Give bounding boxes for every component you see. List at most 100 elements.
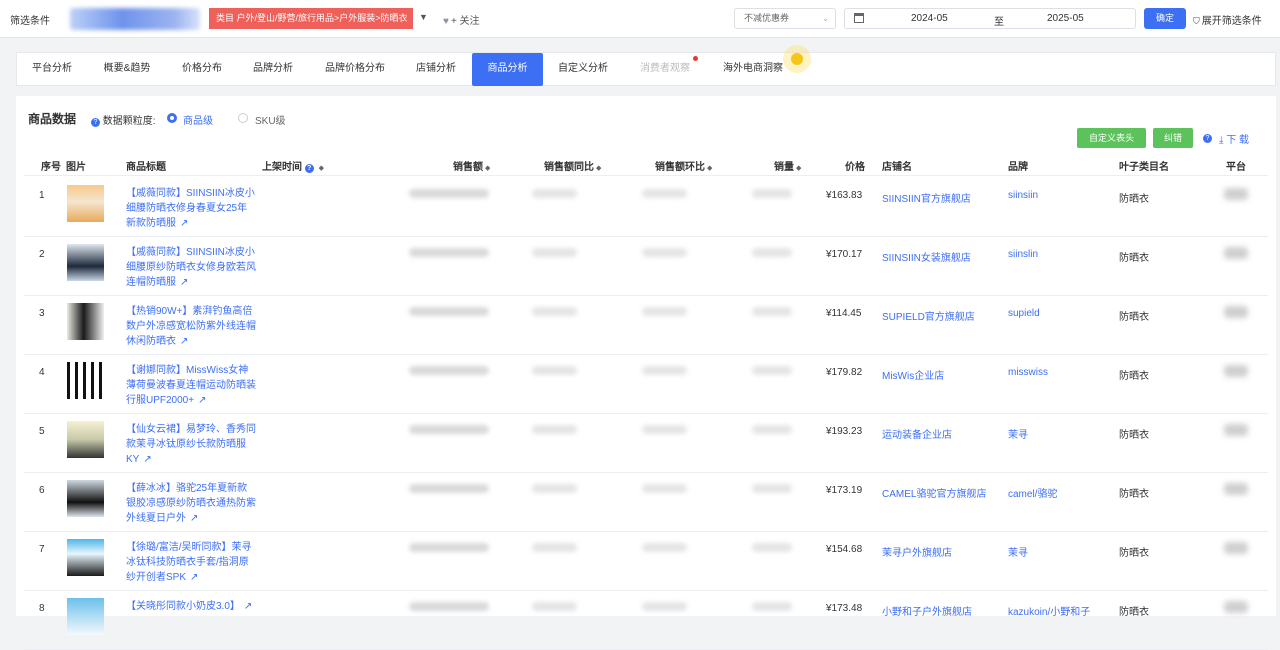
tab-overview[interactable]: 概要&趋势 [91,53,163,85]
table-row[interactable]: 8 【关晓彤同款小奶皮3.0】 ↗ ¥173.48 小野和子户外旗舰店 kazukoin/… [24,591,1268,650]
product-image[interactable] [67,480,104,517]
follow-label: + 关注 [450,16,480,27]
correct-button[interactable]: 纠错 [1153,128,1193,148]
brand-link[interactable]: supield [1008,308,1040,319]
tab-custom[interactable]: 自定义分析 [547,53,619,85]
row-seq: 4 [39,367,45,378]
platform-icon [1224,247,1248,259]
leaf-category: 防晒衣 [1119,430,1149,441]
blurred-selector[interactable] [70,8,200,30]
radio-sku-level[interactable] [238,113,248,123]
date-end[interactable]: 2025-05 [1047,13,1084,24]
table-row[interactable]: 1 【戚薇同款】SIINSIIN冰皮小细腰防晒衣修身春夏女25年新款防晒服 ↗ ¥16… [24,178,1268,237]
tab-brand-price[interactable]: 品牌价格分布 [310,53,400,85]
brand-link[interactable]: 茉寻 [1008,544,1028,559]
category-tag[interactable]: 类目 户外/登山/野营/旅行用品>户外服装>防晒衣 [209,8,413,29]
blurred-value [752,602,792,611]
question-icon[interactable]: ? [91,118,100,127]
expand-filters-button[interactable]: ⛉ 展开筛选条件 [1193,12,1262,27]
table-row[interactable]: 3 【热销90W+】素湃钓鱼高倍数户外凉感宽松防紫外线连帽休闲防晒衣 ↗ ¥114.4… [24,296,1268,355]
th-launch-time[interactable]: 上架时间 ? ◆ [262,158,324,173]
th-sales-mom[interactable]: 销售额环比 ◆ [655,158,712,173]
hint-indicator[interactable] [783,45,811,73]
product-image[interactable] [67,539,104,576]
product-image[interactable] [67,598,104,635]
external-link-icon[interactable]: ↗ [244,601,252,612]
blurred-value [642,248,687,257]
radio-sku-label[interactable]: SKU级 [255,112,286,127]
shop-name-link[interactable]: SIINSIIN官方旗舰店 [882,190,971,205]
custom-header-button[interactable]: 自定义表头 [1077,128,1146,148]
brand-link[interactable]: siinsiin [1008,190,1038,201]
analysis-tabs: 平台分析 概要&趋势 价格分布 品牌分析 品牌价格分布 店铺分析 商品分析 自定… [16,52,1276,86]
coupon-select[interactable]: 不减优惠券 ⌄ [734,8,836,29]
follow-button[interactable]: ♥ + 关注 [443,12,480,27]
shop-name-link[interactable]: SUPIELD官方旗舰店 [882,308,975,323]
table-header: 序号 图片 商品标题 上架时间 ? ◆ 销售额 ◆ 销售额同比 ◆ 销售额环比 ◆ 销… [24,152,1268,176]
table-row[interactable]: 2 【戚薇同款】SIINSIIN冰皮小细腰原纱防晒衣女修身欧若风连帽防晒服 ↗ ¥17… [24,237,1268,296]
download-button[interactable]: ⤓ 下 载 [1219,131,1249,146]
table-row[interactable]: 7 【徐璐/富洁/吴昕同款】茉寻冰钛科技防晒衣手套/指洞原纱开创者SPK ↗ ¥154… [24,532,1268,591]
table-row[interactable]: 5 【仙女云裙】易梦玲、香秀同款茉寻冰钛原纱长款防晒服KY ↗ ¥193.23 运动装备… [24,414,1268,473]
confirm-button[interactable]: 确定 [1144,8,1186,29]
product-image[interactable] [67,244,104,281]
product-title-link[interactable]: 【热销90W+】素湃钓鱼高倍数户外凉感宽松防紫外线连帽休闲防晒衣 ↗ [126,304,256,349]
chevron-down-icon[interactable]: ▼ [419,12,428,22]
blurred-value [752,307,792,316]
shop-name-link[interactable]: 茉寻户外旗舰店 [882,544,952,559]
product-title-link[interactable]: 【关晓彤同款小奶皮3.0】 ↗ [126,599,256,614]
row-seq: 3 [39,308,45,319]
shop-name-link[interactable]: CAMEL骆驼官方旗舰店 [882,485,986,500]
date-range-picker[interactable]: 2024-05 至 2025-05 [844,8,1136,29]
tab-platform[interactable]: 平台分析 [19,53,85,85]
brand-link[interactable]: siinslin [1008,249,1038,260]
tab-brand[interactable]: 品牌分析 [239,53,307,85]
shop-name-link[interactable]: 运动装备企业店 [882,426,952,441]
row-seq: 8 [39,603,45,614]
product-image[interactable] [67,362,104,399]
th-qty[interactable]: 销量 ◆ [774,158,801,173]
th-sales[interactable]: 销售额 ◆ [453,158,490,173]
table-row[interactable]: 6 【薛冰冰】骆驼25年夏新款银胶凉感原纱防晒衣通热防紫外线夏日户外 ↗ ¥173.1… [24,473,1268,532]
external-link-icon[interactable]: ↗ [190,513,198,524]
tab-price-distribution[interactable]: 价格分布 [167,53,237,85]
product-title-link[interactable]: 【仙女云裙】易梦玲、香秀同款茉寻冰钛原纱长款防晒服KY ↗ [126,422,256,467]
external-link-icon[interactable]: ↗ [180,218,188,229]
external-link-icon[interactable]: ↗ [180,336,188,347]
blurred-value [532,484,577,493]
leaf-category: 防晒衣 [1119,312,1149,323]
external-link-icon[interactable]: ↗ [143,454,151,465]
product-image[interactable] [67,421,104,458]
radio-product-label[interactable]: 商品级 [183,112,213,127]
external-link-icon[interactable]: ↗ [198,395,206,406]
product-image[interactable] [67,185,104,222]
external-link-icon[interactable]: ↗ [180,277,188,288]
tab-product[interactable]: 商品分析 [472,53,543,86]
product-title-link[interactable]: 【薛冰冰】骆驼25年夏新款银胶凉感原纱防晒衣通热防紫外线夏日户外 ↗ [126,481,256,526]
date-start[interactable]: 2024-05 [911,13,948,24]
help-question-icon[interactable]: ? [1203,132,1212,143]
product-title-link[interactable]: 【谢娜同款】MissWiss女神薄荷曼波春夏连帽运动防晒装行服UPF2000+ ↗ [126,363,256,408]
brand-link[interactable]: misswiss [1008,367,1048,378]
th-sales-yoy[interactable]: 销售额同比 ◆ [544,158,601,173]
shop-name-link[interactable]: SIINSIIN女装旗舰店 [882,249,971,264]
tab-shop[interactable]: 店铺分析 [403,53,469,85]
radio-product-level[interactable] [167,113,177,123]
product-image[interactable] [67,303,104,340]
coupon-value: 不减优惠券 [744,13,790,23]
shop-name-link[interactable]: 小野和子户外旗舰店 [882,603,972,618]
table-row[interactable]: 4 【谢娜同款】MissWiss女神薄荷曼波春夏连帽运动防晒装行服UPF2000+… [24,355,1268,414]
product-title-link[interactable]: 【戚薇同款】SIINSIIN冰皮小细腰防晒衣修身春夏女25年新款防晒服 ↗ [126,186,256,231]
brand-link[interactable]: camel/骆驼 [1008,485,1057,500]
filter-bar: 筛选条件 类目 户外/登山/野营/旅行用品>户外服装>防晒衣 ▼ ♥ + 关注 不… [0,0,1280,38]
shop-name-link[interactable]: MisWis企业店 [882,367,944,382]
price-value: ¥170.17 [826,249,863,260]
blurred-value [409,484,489,493]
platform-icon [1224,306,1248,318]
brand-link[interactable]: kazukoin/小野和子 [1008,603,1090,618]
external-link-icon[interactable]: ↗ [190,572,198,583]
product-title-link[interactable]: 【戚薇同款】SIINSIIN冰皮小细腰原纱防晒衣女修身欧若风连帽防晒服 ↗ [126,245,256,290]
question-icon: ? [304,164,314,173]
brand-link[interactable]: 茉寻 [1008,426,1028,441]
product-title-link[interactable]: 【徐璐/富洁/吴昕同款】茉寻冰钛科技防晒衣手套/指洞原纱开创者SPK ↗ [126,540,256,585]
